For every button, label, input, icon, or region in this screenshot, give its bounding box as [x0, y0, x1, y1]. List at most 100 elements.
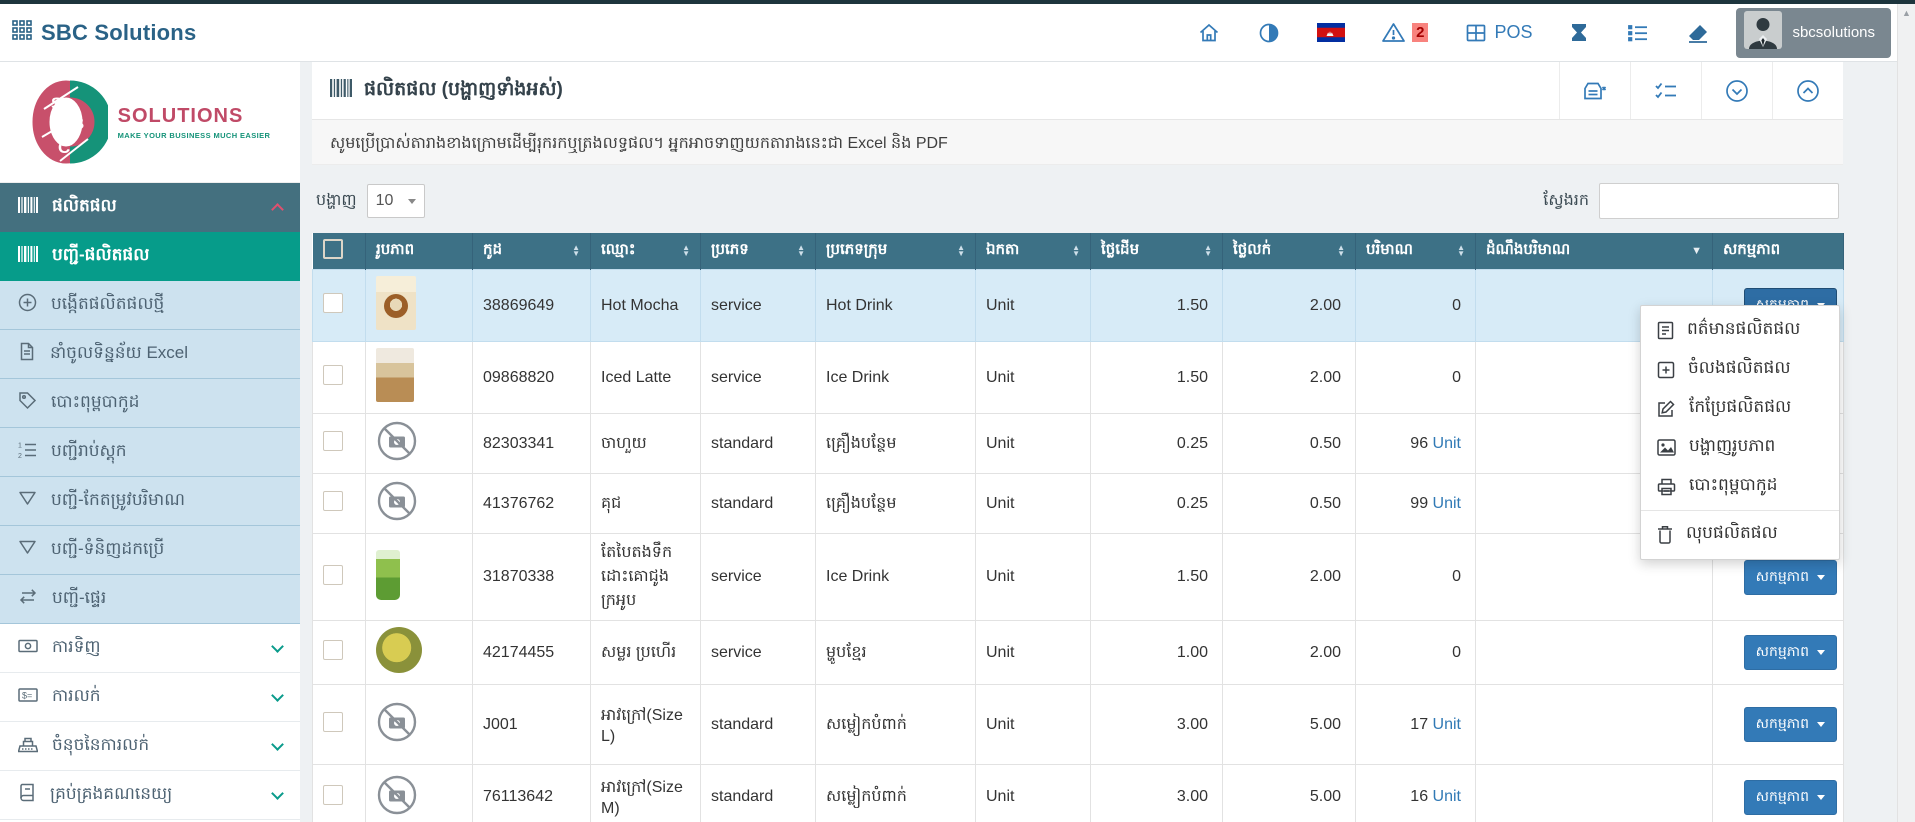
table-row: 76113642 អាវ​ក្រៅ(Size M) standard សម្លៀ…: [313, 765, 1844, 822]
page-size-value: 10: [376, 192, 394, 210]
col-qty-sort[interactable]: បរិមាណ▲▼: [1356, 233, 1476, 270]
cell-group: គ្រឿងបន្ថែម: [816, 414, 976, 474]
sidebar-item-purchases[interactable]: ការទិញ: [0, 624, 300, 673]
list-icon[interactable]: [1626, 22, 1650, 44]
cell-group: Ice Drink: [816, 342, 976, 414]
cell-type: service: [701, 342, 816, 414]
collapse-panel-button[interactable]: [1701, 62, 1772, 119]
row-checkbox[interactable]: [323, 431, 343, 451]
caret-down-icon: [1817, 795, 1825, 800]
alerts-warning-icon[interactable]: 2: [1381, 21, 1428, 44]
select-all-checkbox[interactable]: [323, 239, 343, 259]
brand[interactable]: SBC Solutions: [12, 20, 196, 46]
sidebar-item-stock-out[interactable]: បញ្ជី-ទំនិញដកប្រើ: [0, 526, 300, 575]
menu-item-delete-product[interactable]: លុបផលិតផល: [1641, 515, 1839, 554]
cell-qty: 17 Unit: [1356, 685, 1476, 765]
cell-qty: 96 Unit: [1356, 414, 1476, 474]
col-code-sort[interactable]: កូដ▲▼: [473, 233, 591, 270]
sidebar-item-stock-count[interactable]: 1 2 បញ្ជីរាប់ស្តុក: [0, 428, 300, 477]
sidebar-item-qty-adjustment[interactable]: បញ្ជី-កែតម្រូវបរិមាណ: [0, 477, 300, 526]
cell-group: សម្លៀកបំពាក់: [816, 765, 976, 822]
menu-item-edit-product[interactable]: កែប្រែផលិតផល: [1641, 389, 1839, 428]
cell-price: 2.00: [1223, 270, 1356, 342]
sidebar-item-accounting[interactable]: គ្រប់គ្រងគណនេយ្យ: [0, 771, 300, 820]
user-menu[interactable]: sbcsolutions: [1736, 8, 1891, 58]
col-type-sort[interactable]: ប្រភេទ▲▼: [701, 233, 816, 270]
vertical-scrollbar[interactable]: ▲: [1897, 4, 1915, 822]
qty-unit-link[interactable]: Unit: [1433, 435, 1461, 452]
product-image[interactable]: [376, 627, 422, 673]
sidebar-item-print-barcode[interactable]: បោះពុម្ពបាកូដ: [0, 379, 300, 428]
no-image-icon: [376, 449, 418, 466]
search-input[interactable]: [1599, 183, 1839, 219]
sidebar-item-transfer[interactable]: បញ្ជី-ផ្ទេរ: [0, 575, 300, 624]
product-image[interactable]: [376, 348, 414, 402]
row-checkbox[interactable]: [323, 640, 343, 660]
cell-unit: Unit: [976, 270, 1091, 342]
cell-name: Hot Mocha: [591, 270, 701, 342]
sort-icon: ▲▼: [957, 245, 965, 258]
qty-unit-link[interactable]: Unit: [1433, 495, 1461, 512]
cell-name: ចាហួយ: [591, 414, 701, 474]
row-action-button[interactable]: សកម្មភាព: [1744, 560, 1837, 595]
sidebar-item-label: នាំចូលទិន្នន័យ Excel: [50, 342, 282, 367]
scroll-up-arrow[interactable]: ▲: [1898, 4, 1915, 21]
menu-item-product-info[interactable]: ពត៌មានផលិតផល: [1641, 311, 1839, 350]
sidebar-item-import-excel[interactable]: នាំចូលទិន្នន័យ Excel: [0, 330, 300, 379]
col-name-sort[interactable]: ឈ្មោះ▲▼: [591, 233, 701, 270]
svg-text:1: 1: [18, 442, 22, 449]
table-row: 31870338 តែបៃតងទឹក​ដោះគោជូង​ក្រអូប servi…: [313, 534, 1844, 621]
product-image[interactable]: [376, 550, 400, 600]
eraser-icon[interactable]: [1686, 22, 1710, 44]
sidebar-item-point-of-sale[interactable]: ចំនុចនៃការលក់: [0, 722, 300, 771]
cell-code: 38869649: [473, 270, 591, 342]
col-group-sort[interactable]: ប្រភេទក្រុម▲▼: [816, 233, 976, 270]
col-unit-sort[interactable]: ឯកតា▲▼: [976, 233, 1091, 270]
page-size-select[interactable]: 10: [367, 184, 425, 218]
sidebar-item-sales[interactable]: $= ការលក់: [0, 673, 300, 722]
sidebar-item-create-product[interactable]: បង្កើតផលិតផលថ្មី: [0, 281, 300, 330]
row-checkbox[interactable]: [323, 491, 343, 511]
cell-code: 42174455: [473, 621, 591, 685]
cell-cost: 0.25: [1091, 414, 1223, 474]
sidebar-section-label: ផលិតផល: [52, 195, 259, 220]
cell-qty: 99 Unit: [1356, 474, 1476, 534]
home-icon[interactable]: [1197, 21, 1221, 45]
cell-type: standard: [701, 685, 816, 765]
col-price-sort[interactable]: ថ្លៃលក់▲▼: [1223, 233, 1356, 270]
row-checkbox[interactable]: [323, 565, 343, 585]
sidebar-section-products[interactable]: ផលិតផល: [0, 183, 300, 232]
export-menu-button[interactable]: [1559, 62, 1630, 119]
qty-unit-link[interactable]: Unit: [1433, 788, 1461, 805]
cell-unit: Unit: [976, 621, 1091, 685]
hourglass-icon[interactable]: [1568, 21, 1590, 45]
sidebar-item-product-list[interactable]: បញ្ជី-ផលិតផល: [0, 232, 300, 281]
row-action-button[interactable]: សកម្មភាព: [1744, 780, 1837, 815]
sort-icon: ▲▼: [1072, 245, 1080, 258]
pos-button[interactable]: POS: [1464, 21, 1532, 45]
row-checkbox[interactable]: [323, 712, 343, 732]
cell-cost: 1.50: [1091, 534, 1223, 621]
row-checkbox[interactable]: [323, 293, 343, 313]
cash-register-icon: [18, 735, 38, 758]
row-action-button[interactable]: សកម្មភាព: [1744, 707, 1837, 742]
table-row: 38869649 Hot Mocha service Hot Drink Uni…: [313, 270, 1844, 342]
menu-item-show-image[interactable]: បង្ហាញរូបភាព: [1641, 428, 1839, 467]
expand-panel-button[interactable]: [1772, 62, 1843, 119]
qty-unit-link[interactable]: Unit: [1433, 716, 1461, 733]
cell-code: J001: [473, 685, 591, 765]
col-cost-sort[interactable]: ថ្លៃដើម▲▼: [1091, 233, 1223, 270]
row-checkbox[interactable]: [323, 785, 343, 805]
row-action-button[interactable]: សកម្មភាព: [1744, 635, 1837, 670]
column-settings-button[interactable]: [1630, 62, 1701, 119]
row-checkbox[interactable]: [323, 365, 343, 385]
col-qty-alert-sort[interactable]: ដំណឹងបរិមាណ▼: [1476, 233, 1713, 270]
menu-item-print-barcode[interactable]: បោះពុម្ពបាកូដ: [1641, 467, 1839, 506]
sidebar-item-label: គ្រប់គ្រងគណនេយ្យ: [50, 783, 259, 808]
language-flag-icon[interactable]: [1317, 23, 1345, 42]
cell-qty-alert: [1476, 765, 1713, 822]
theme-contrast-icon[interactable]: [1257, 21, 1281, 45]
menu-item-duplicate-product[interactable]: ចំលងផលិតផល: [1641, 350, 1839, 389]
product-image[interactable]: [376, 276, 416, 330]
ordered-list-icon: 1 2: [18, 441, 37, 464]
